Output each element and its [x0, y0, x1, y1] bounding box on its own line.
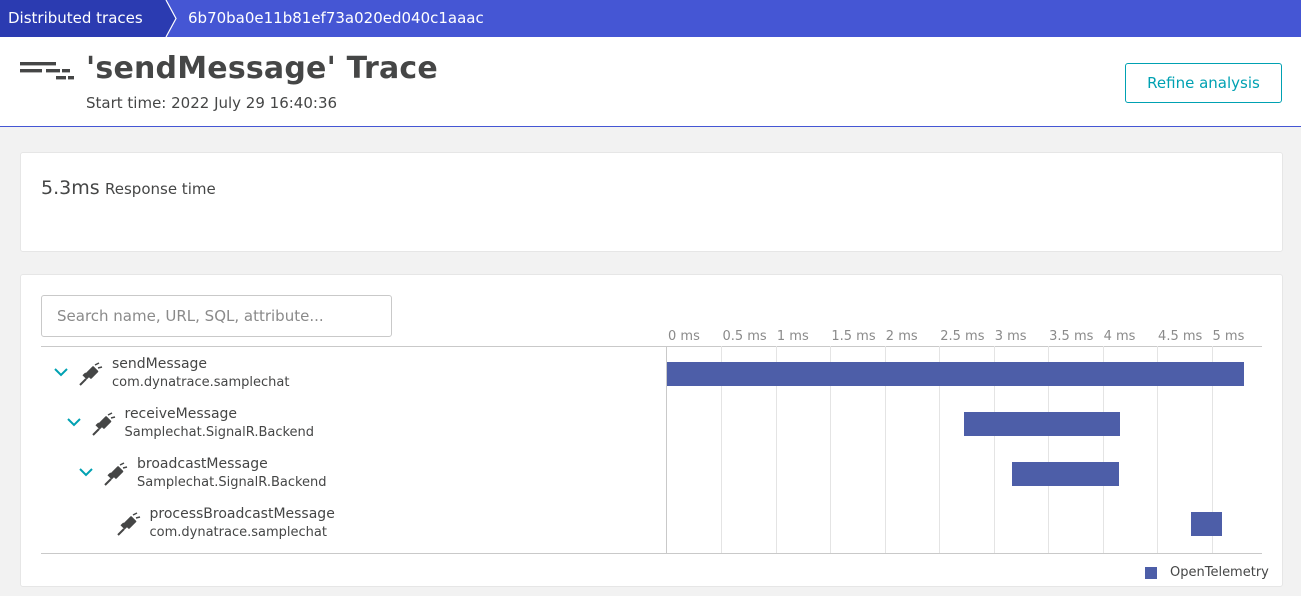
span-name[interactable]: receiveMessage	[125, 406, 238, 422]
timeline-tick-label: 3.5 ms	[1049, 329, 1094, 344]
span-service-name: Samplechat.SignalR.Backend	[124, 425, 315, 440]
breadcrumb: Distributed traces 6b70ba0e11b81ef73a020…	[0, 0, 1301, 37]
breadcrumb-separator-icon	[160, 0, 177, 37]
span-row[interactable]: receiveMessage Samplechat.SignalR.Backend	[41, 400, 641, 450]
timeline-tick-label: 5 ms	[1212, 329, 1245, 344]
timeline-tick-label: 1.5 ms	[831, 329, 876, 344]
span-name[interactable]: broadcastMessage	[137, 456, 268, 472]
span-row[interactable]: sendMessage com.dynatrace.samplechat	[41, 350, 641, 400]
timeline-tick-label: 2.5 ms	[940, 329, 985, 344]
response-time-card: 5.3ms Response time	[20, 152, 1283, 252]
timeline-tick-label: 0.5 ms	[722, 329, 767, 344]
chevron-down-icon[interactable]	[78, 464, 94, 480]
distributed-trace-icon	[20, 62, 74, 80]
timeline-axis: 0 ms 0.5 ms 1 ms 1.5 ms 2 ms 2.5 ms 3 ms 3.5 ms…	[21, 329, 1282, 345]
span-duration-bar[interactable]	[1190, 512, 1223, 536]
timeline-tick-label: 2 ms	[885, 329, 918, 344]
page-title: 'sendMessage' Trace	[86, 51, 438, 86]
trace-start-time: Start time: 2022 July 29 16:40:36	[86, 94, 338, 112]
chevron-down-icon[interactable]	[66, 414, 82, 430]
opentelemetry-span-icon	[77, 362, 103, 388]
opentelemetry-span-icon	[115, 512, 141, 538]
trace-waterfall-card: 0 ms 0.5 ms 1 ms 1.5 ms 2 ms 2.5 ms 3 ms 3.5 ms…	[20, 274, 1283, 587]
chevron-down-icon[interactable]	[53, 364, 69, 380]
span-name[interactable]: sendMessage	[112, 356, 207, 372]
response-time-value: 5.3ms	[41, 177, 100, 199]
breadcrumb-item-trace-id: 6b70ba0e11b81ef73a020ed040c1aaac	[188, 9, 484, 27]
page-header: 'sendMessage' Trace Start time: 2022 Jul…	[0, 37, 1301, 127]
span-service-name: Samplechat.SignalR.Backend	[137, 475, 327, 490]
opentelemetry-span-icon	[90, 412, 116, 438]
timeline-tick-label: 1 ms	[776, 329, 809, 344]
refine-analysis-button[interactable]: Refine analysis	[1125, 63, 1282, 103]
timeline-tick-label: 4 ms	[1103, 329, 1136, 344]
span-name[interactable]: processBroadcastMessage	[150, 506, 335, 522]
legend-swatch-opentelemetry	[1145, 567, 1157, 579]
response-time-label: Response time	[105, 180, 216, 198]
timeline-tick-label: 0 ms	[668, 329, 700, 344]
span-duration-bar[interactable]	[964, 412, 1121, 436]
timeline-tick-label: 4.5 ms	[1158, 329, 1203, 344]
span-row[interactable]: processBroadcastMessage com.dynatrace.sam…	[41, 500, 641, 550]
span-row[interactable]: broadcastMessage Samplechat.SignalR.Backe…	[41, 450, 641, 500]
span-duration-bar[interactable]	[667, 362, 1245, 386]
legend-label-opentelemetry: OpenTelemetry	[1170, 565, 1269, 580]
table-bottom-divider	[41, 553, 1262, 554]
breadcrumb-item-distributed-traces[interactable]: Distributed traces	[0, 0, 162, 37]
opentelemetry-span-icon	[102, 462, 128, 488]
span-service-name: com.dynatrace.samplechat	[112, 375, 290, 390]
table-top-divider	[41, 346, 1262, 347]
span-duration-bar[interactable]	[1012, 462, 1119, 486]
timeline-tick-label: 3 ms	[994, 329, 1027, 344]
span-service-name: com.dynatrace.samplechat	[149, 525, 327, 540]
